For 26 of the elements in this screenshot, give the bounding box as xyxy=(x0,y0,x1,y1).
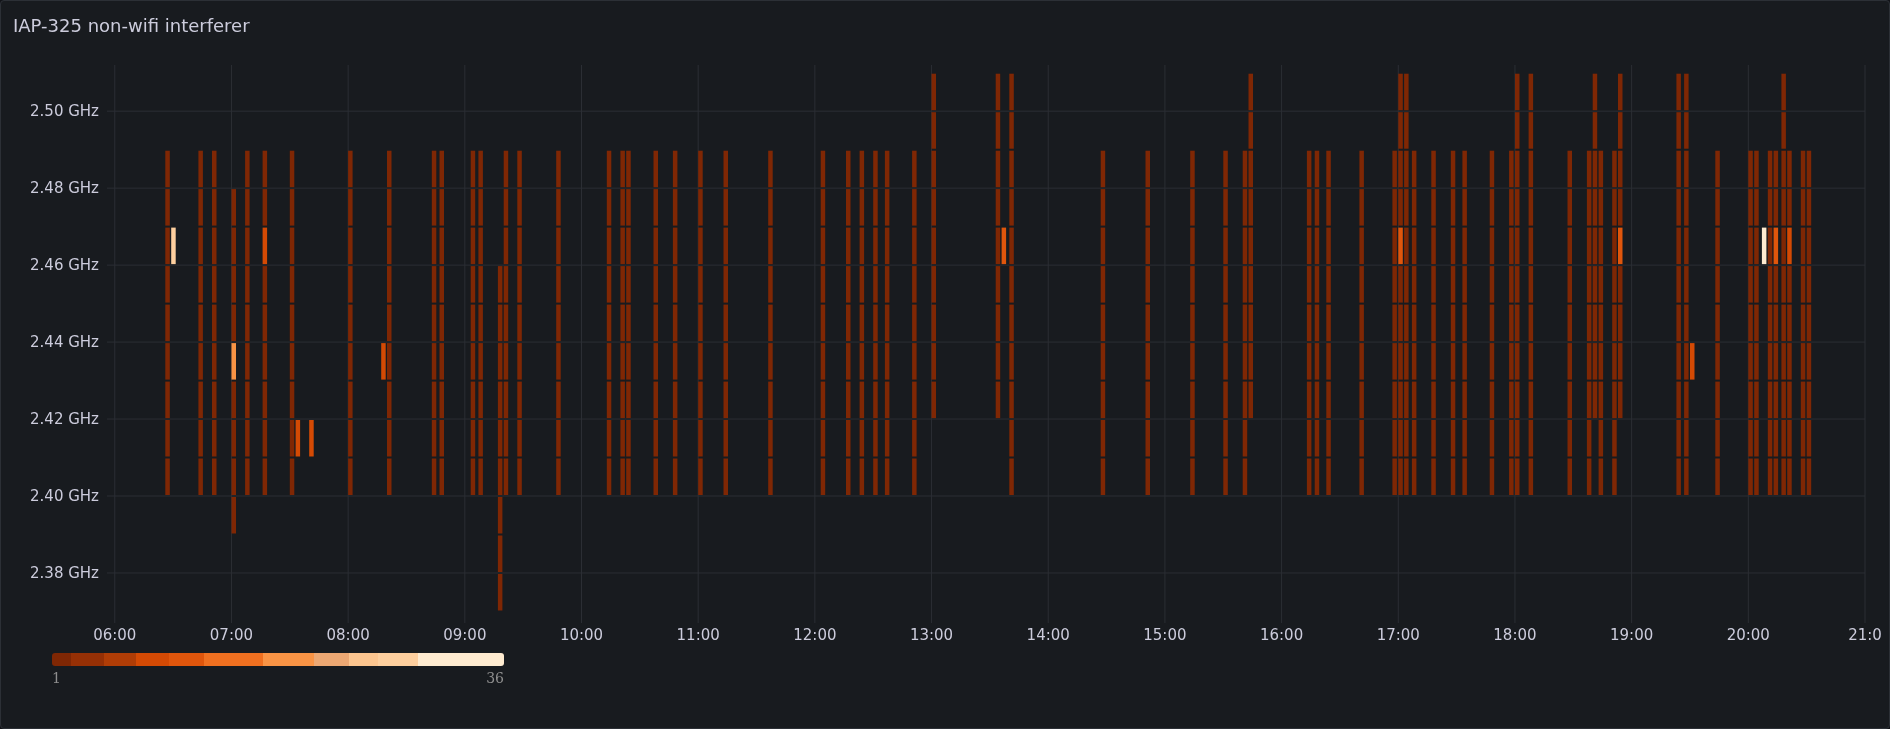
axis-label: 19:00 xyxy=(1610,626,1654,644)
axis-label: 2.42 GHz xyxy=(30,410,99,429)
axis-label: 2.48 GHz xyxy=(30,179,99,198)
axis-label: 10:00 xyxy=(559,626,604,644)
axis-label: 2.38 GHz xyxy=(30,563,99,582)
axis-label: 18:00 xyxy=(1493,626,1537,644)
axis-label: 2.40 GHz xyxy=(30,487,99,505)
axis-label: 07:00 xyxy=(209,626,254,644)
panel-title: IAP-325 non-wifi interferer xyxy=(13,13,250,38)
axis-label: 08:00 xyxy=(326,626,370,644)
axis-label: 13:00 xyxy=(909,626,954,644)
scale-min-label: 1 xyxy=(52,669,61,688)
scale-max-label: 36 xyxy=(486,669,504,688)
axis-label: 06:00 xyxy=(93,626,137,644)
axis-label: 14:00 xyxy=(1026,626,1070,644)
axis-label: 12:00 xyxy=(793,626,837,644)
axis-label: 09:00 xyxy=(443,626,487,644)
axis-label: 2.46 GHz xyxy=(30,256,99,275)
axis-label: 15:00 xyxy=(1143,626,1187,644)
axis-label: 16:00 xyxy=(1260,626,1304,644)
axis-label: 17:00 xyxy=(1376,626,1420,644)
axis-label: 20:00 xyxy=(1726,626,1770,644)
axis-label: 2.44 GHz xyxy=(30,333,99,352)
axis-label: 2.50 GHz xyxy=(30,102,99,121)
axis-label: 21:0 xyxy=(1848,626,1882,644)
axis-label: 11:00 xyxy=(676,626,720,644)
